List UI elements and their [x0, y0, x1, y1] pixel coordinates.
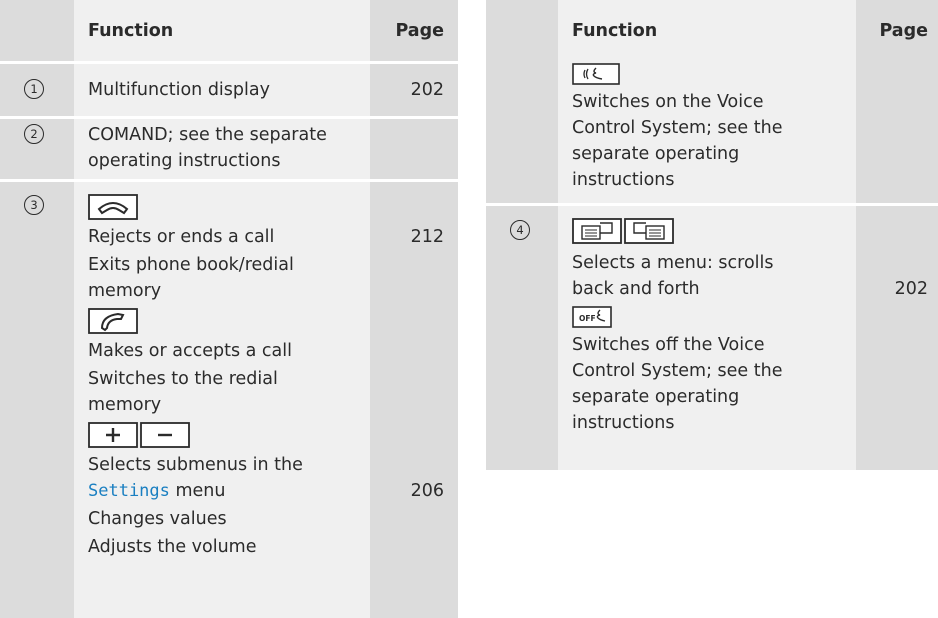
right-header-page: Page: [879, 21, 928, 41]
row-3-line-memory-1: memory: [88, 281, 162, 301]
right-header-row: Function Page: [486, 0, 938, 61]
voice-on-line-3: separate operating: [572, 144, 740, 164]
row-4-line-back-forth: back and forth: [572, 279, 700, 299]
voice-control-off-key-icon: OFF: [572, 306, 612, 328]
row-4-line-switches-off: Switches off the Voice: [572, 335, 765, 355]
end-call-key-icon: [88, 194, 138, 220]
menu-left-key-icon: [572, 218, 622, 244]
voice-on-line-1: Switches on the Voice: [572, 92, 764, 112]
right-function-table: Function Page Switches on the Voice Cont…: [486, 0, 938, 470]
right-row-continued: Switches on the Voice Control System; se…: [486, 61, 938, 203]
left-row-3: 3 Rejects or ends a call 212 Exits phone…: [0, 182, 458, 618]
right-header-function: Function: [572, 21, 658, 41]
minus-key-icon: [140, 422, 190, 448]
row-3-line-rejects: Rejects or ends a call: [88, 227, 275, 247]
voice-on-line-2: Control System; see the: [572, 118, 783, 138]
callout-1-icon: 1: [24, 79, 44, 99]
plus-key-icon: [88, 422, 138, 448]
row-4-page-202-a: 202: [894, 279, 928, 299]
row-3-line-makes: Makes or accepts a call: [88, 341, 292, 361]
row-1-page: 202: [410, 80, 444, 100]
left-row-2: 2 COMAND; see the separate operating ins…: [0, 119, 458, 179]
voice-off-label: OFF: [579, 314, 596, 323]
row-3-line-memory-2: memory: [88, 395, 162, 415]
voice-on-line-4: instructions: [572, 170, 675, 190]
row-3-line-changes: Changes values: [88, 509, 227, 529]
left-header-row: Function Page: [0, 0, 458, 61]
left-row-1: 1 Multifunction display 202: [0, 64, 458, 116]
left-header-page: Page: [395, 21, 444, 41]
left-function-table: Function Page 1 Multifunction display 20…: [0, 0, 458, 618]
row-4-line-selects: Selects a menu: scrolls: [572, 253, 774, 273]
row-4-line-separate: separate operating: [572, 387, 740, 407]
callout-2-icon: 2: [24, 124, 44, 144]
left-header-function: Function: [88, 21, 174, 41]
row-3-page-212: 212: [410, 227, 444, 247]
menu-right-key-icon: [624, 218, 674, 244]
callout-3-icon: 3: [24, 195, 44, 215]
row-3-line-selects: Selects submenus in the: [88, 455, 303, 475]
row-3-page-206: 206: [410, 481, 444, 501]
row-3-line-switches: Switches to the redial: [88, 369, 278, 389]
row-3-line-adjusts: Adjusts the volume: [88, 537, 257, 557]
row-3-line-exits: Exits phone book/redial: [88, 255, 294, 275]
voice-control-on-key-icon: [572, 63, 620, 85]
callout-4-icon: 4: [510, 220, 530, 240]
row-3-line-settings-menu: Settings menu: [88, 478, 225, 504]
right-row-4: 4 Selects a menu: scrolls back and forth…: [486, 206, 938, 470]
row-2-function-line-1: COMAND; see the separate: [88, 125, 327, 145]
row-1-function: Multifunction display: [88, 80, 270, 100]
row-3-menu-label: menu: [175, 481, 226, 501]
row-4-line-instructions: instructions: [572, 413, 675, 433]
accept-call-key-icon: [88, 308, 138, 334]
row-4-line-control: Control System; see the: [572, 361, 783, 381]
settings-menu-word: Settings: [88, 481, 170, 501]
row-2-function-line-2: operating instructions: [88, 151, 281, 171]
